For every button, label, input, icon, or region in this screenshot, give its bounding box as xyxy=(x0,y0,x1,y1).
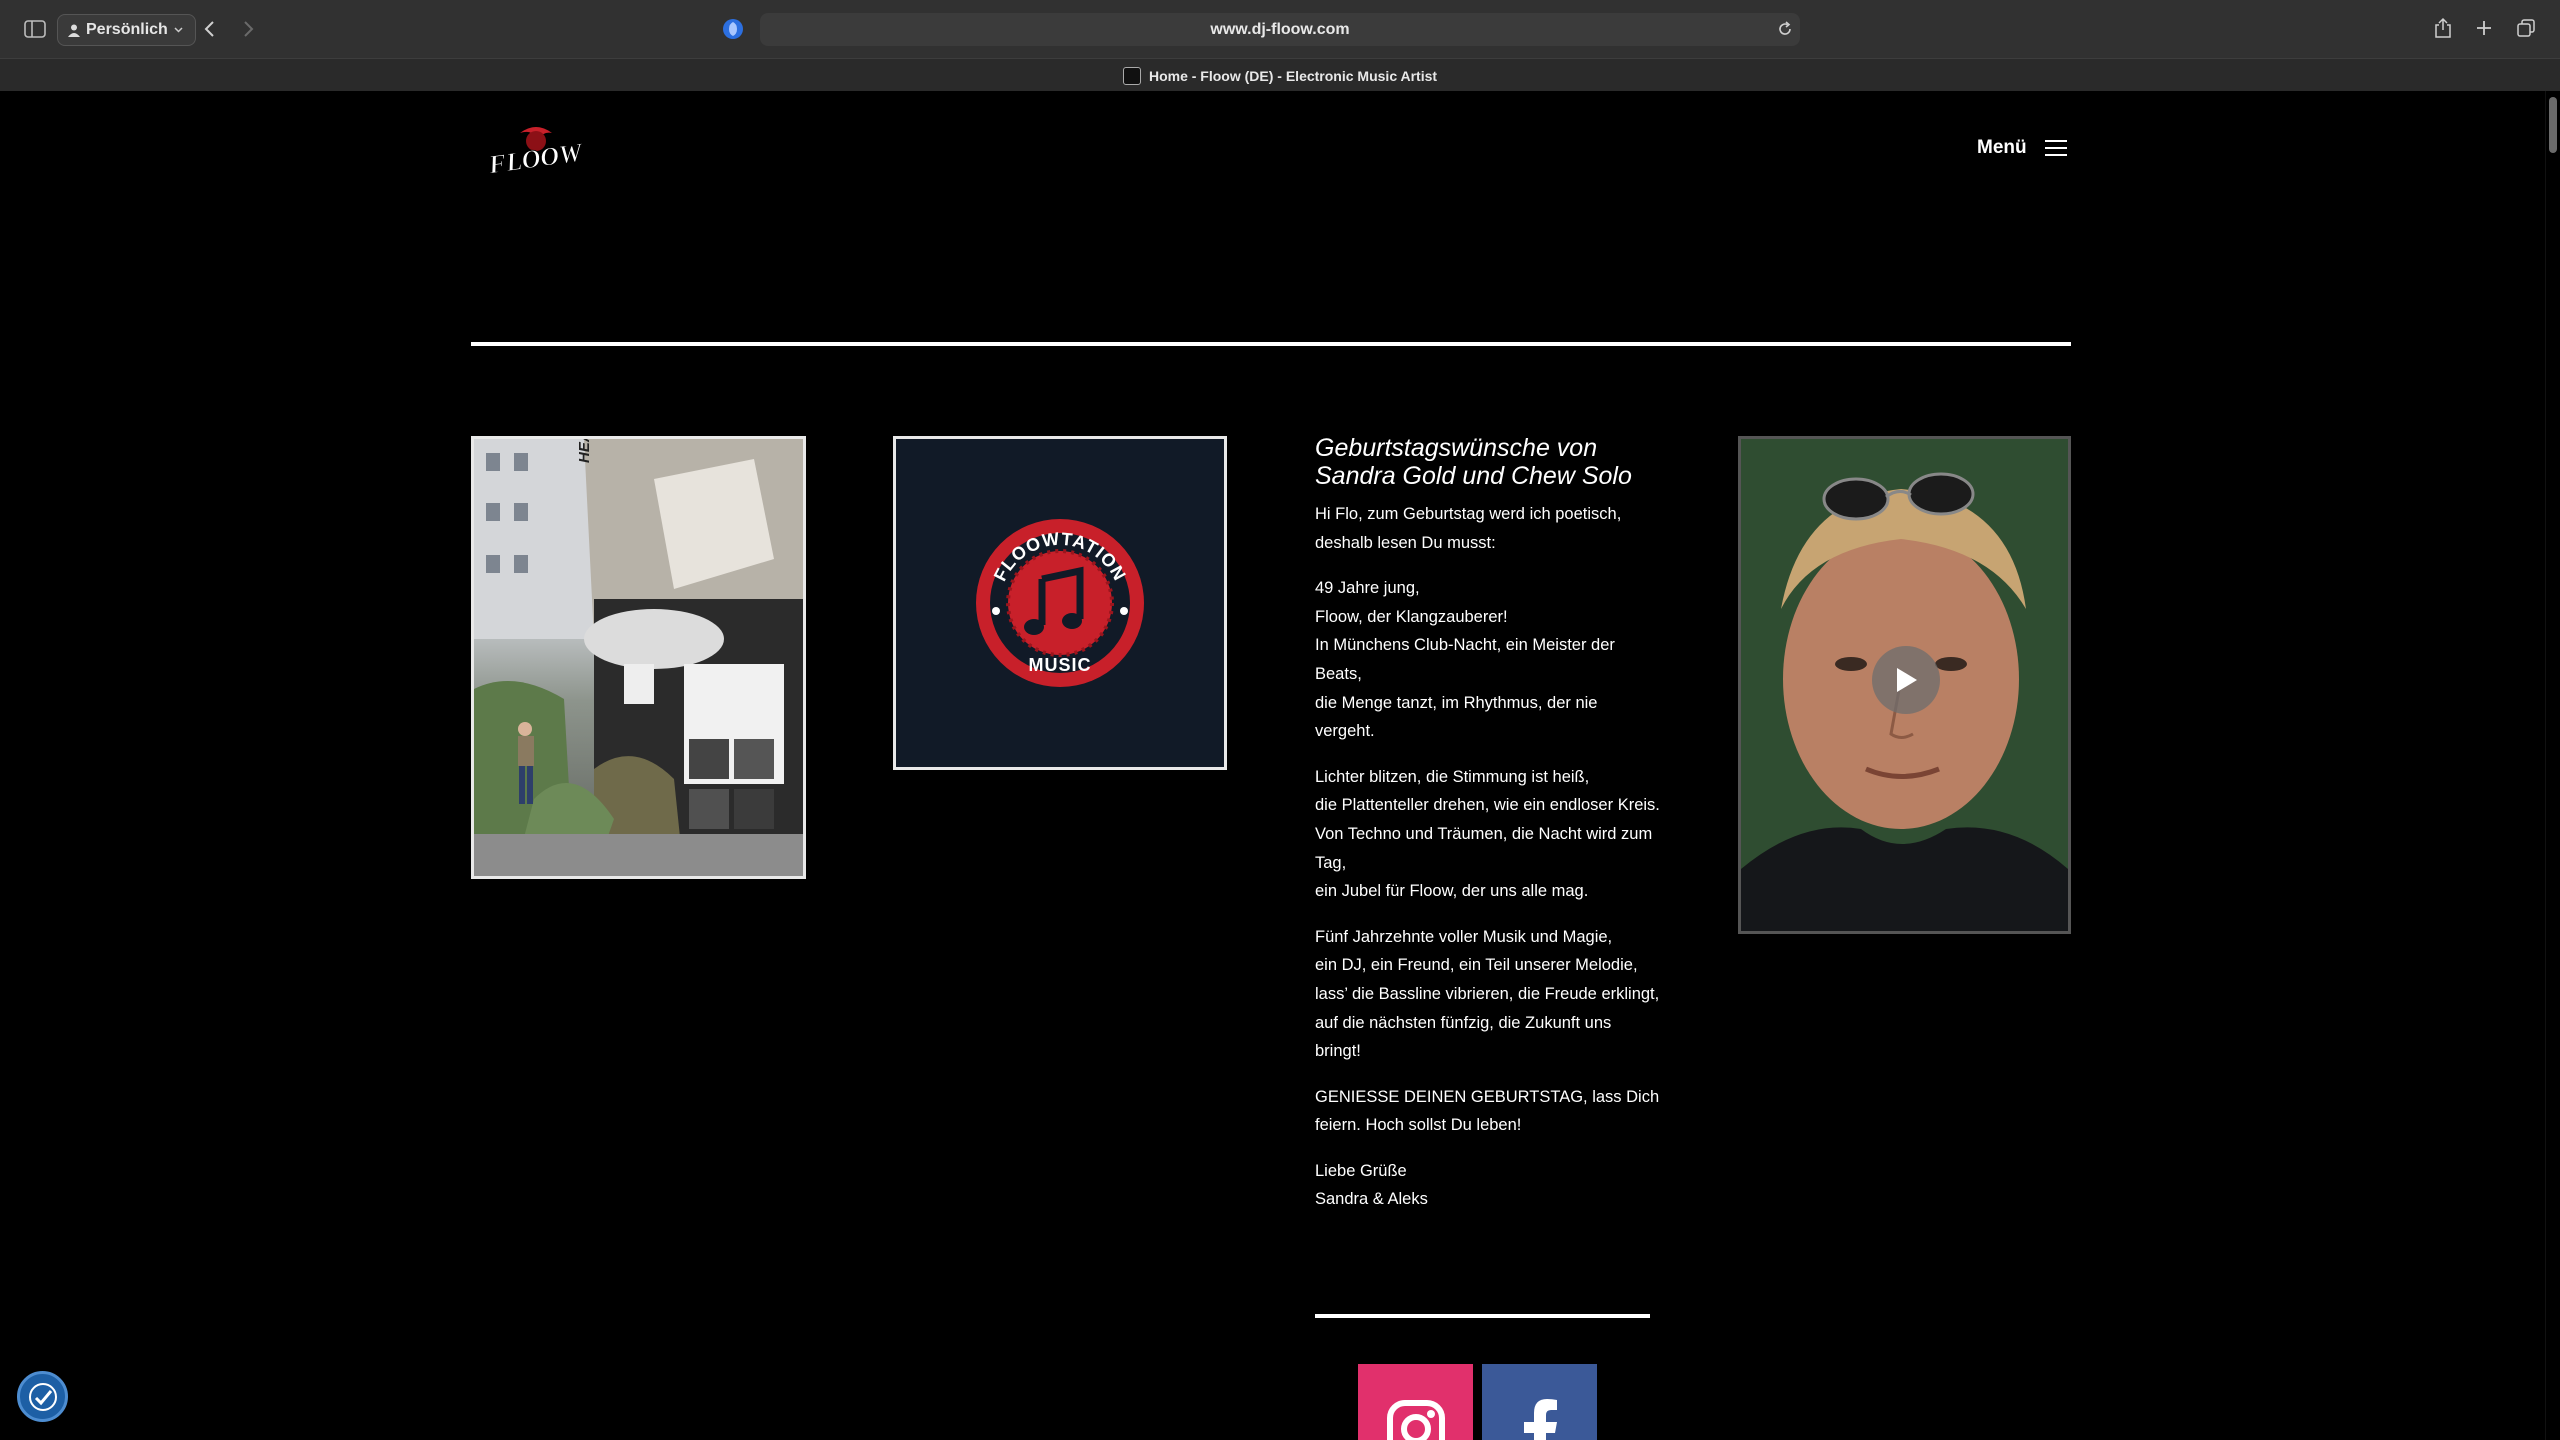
tab-bar: Home - Floow (DE) - Electronic Music Art… xyxy=(0,58,2560,91)
menu-button[interactable]: Menü xyxy=(1977,135,2067,161)
poem-paragraph: Lichter blitzen, die Stimmung ist heiß, … xyxy=(1315,767,1660,901)
person-icon xyxy=(68,24,80,37)
floowtation-music-logo[interactable]: FLOOWTATION MUSIC xyxy=(893,436,1227,770)
web-page: FLOOW Menü HEAV FLOOWTATION MUSIC Geburt… xyxy=(0,91,2545,1440)
floowtation-bottom-text: MUSIC xyxy=(1029,655,1092,675)
poem-title: Geburtstagswünsche von Sandra Gold und C… xyxy=(1315,434,1632,490)
url-text: www.dj-floow.com xyxy=(1210,20,1350,38)
back-icon[interactable] xyxy=(198,16,220,42)
privacy-shield-icon[interactable] xyxy=(720,16,746,42)
facebook-button[interactable] xyxy=(1482,1364,1597,1440)
new-tab-icon[interactable] xyxy=(2472,16,2496,40)
browser-chrome: Persönlich www.dj-floow.com Home - Floow… xyxy=(0,0,2560,91)
poem-paragraph: GENIESSE DEINEN GEBURTSTAG, lass Dich fe… xyxy=(1315,1087,1660,1135)
poem-paragraph: Hi Flo, zum Geburtstag werd ich poetisch… xyxy=(1315,505,1622,552)
profile-button[interactable]: Persönlich xyxy=(57,14,196,46)
birthday-poem: Geburtstagswünsche von Sandra Gold und C… xyxy=(1315,434,1660,1231)
sidebar-toggle-icon[interactable] xyxy=(22,17,48,41)
scrollbar-thumb[interactable] xyxy=(2549,97,2557,153)
graffiti-sign-text: HEAV xyxy=(576,439,593,463)
play-button[interactable] xyxy=(1872,646,1940,714)
poem-paragraph: Fünf Jahrzehnte voller Musik und Magie, … xyxy=(1315,927,1660,1061)
poem-paragraph: 49 Jahre jung, Floow, der Klangzauberer!… xyxy=(1315,579,1615,741)
accessibility-widget-button[interactable] xyxy=(17,1371,68,1422)
menu-label: Menü xyxy=(1977,137,2027,158)
page-scrollbar[interactable] xyxy=(2545,91,2560,1440)
tab-title: Home - Floow (DE) - Electronic Music Art… xyxy=(1148,67,1438,84)
chevron-down-icon xyxy=(174,27,183,33)
site-logo[interactable]: FLOOW xyxy=(485,123,586,180)
hamburger-icon xyxy=(2044,135,2067,161)
graffiti-wall-photo[interactable]: HEAV xyxy=(471,436,806,879)
tab-overview-icon[interactable] xyxy=(2514,16,2538,40)
play-icon xyxy=(1897,668,1917,692)
share-icon[interactable] xyxy=(2430,14,2456,42)
forward-icon[interactable] xyxy=(238,16,260,42)
facebook-icon xyxy=(1523,1399,1557,1440)
instagram-button[interactable] xyxy=(1358,1364,1473,1440)
poem-signature: Liebe Grüße Sandra & Aleks xyxy=(1315,1161,1428,1209)
divider xyxy=(471,342,2071,346)
divider xyxy=(1315,1314,1650,1318)
tab-active[interactable]: Home - Floow (DE) - Electronic Music Art… xyxy=(0,59,2560,92)
profile-label: Persönlich xyxy=(86,21,168,38)
browser-toolbar: Persönlich www.dj-floow.com xyxy=(0,0,2560,58)
portrait-video[interactable] xyxy=(1738,436,2071,934)
favicon-icon xyxy=(1122,66,1141,85)
instagram-icon xyxy=(1386,1400,1445,1440)
reload-icon[interactable] xyxy=(1773,17,1797,41)
accessibility-icon xyxy=(28,1382,57,1411)
address-bar[interactable]: www.dj-floow.com xyxy=(760,13,1800,46)
logo-text: FLOOW xyxy=(490,137,582,179)
